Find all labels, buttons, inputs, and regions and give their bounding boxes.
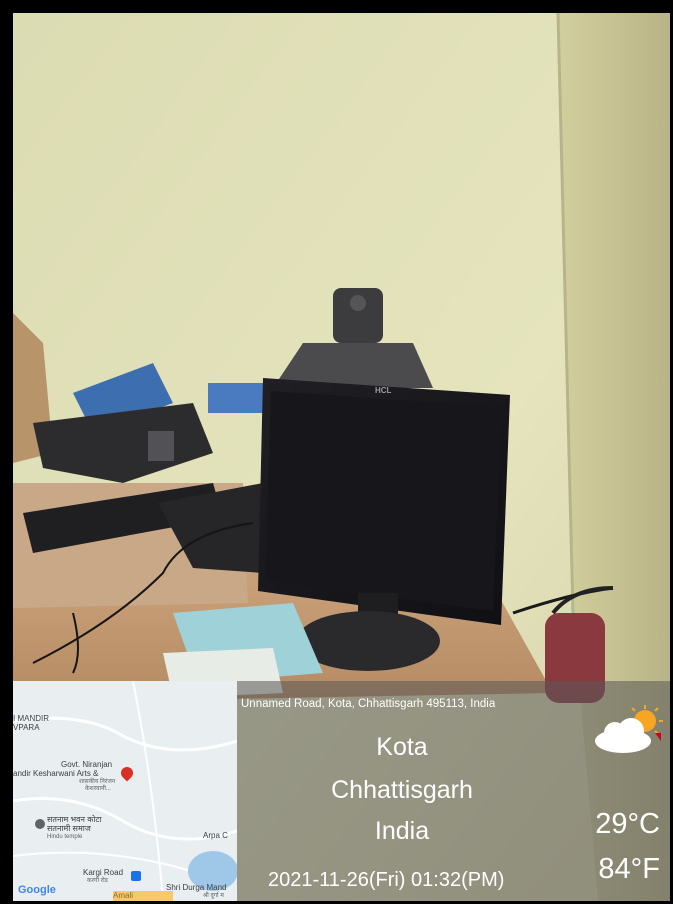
geo-stamp: I MANDIR VPARA Govt. Niranjan andir Kesh… (13, 681, 670, 901)
map-label-amali: Amali (113, 891, 134, 900)
map-label-satnami: सतनामी समाज (47, 824, 91, 833)
country-text: India (374, 817, 430, 845)
map-label-mandir: I MANDIR (13, 714, 49, 723)
location-info-panel: Unnamed Road, Kota, Chhattisgarh 495113,… (237, 681, 670, 901)
map-label-kesharwani-hindi: केशरवानी... (85, 786, 111, 792)
state-text: Chhattisgarh (331, 776, 473, 804)
city-text: Kota (376, 733, 428, 761)
map-thumbnail: I MANDIR VPARA Govt. Niranjan andir Kesh… (13, 681, 237, 901)
google-attribution: Google (18, 884, 56, 896)
address-text: Unnamed Road, Kota, Chhattisgarh 495113,… (241, 698, 496, 710)
map-label-arpa: Arpa C (203, 831, 228, 840)
temp-fahrenheit: 84°F (598, 853, 660, 885)
temple-icon (35, 819, 45, 829)
map-label-durga: Shri Durga Mand (166, 883, 227, 892)
map-label-govt: Govt. Niranjan (61, 760, 113, 769)
map-label-durga-hindi: श्री दुर्गा म (203, 893, 224, 899)
map-label-kesharwani: andir Kesharwani Arts & (13, 769, 99, 778)
bus-stop-icon (131, 871, 141, 881)
temp-celsius: 29°C (595, 808, 660, 840)
map-label-kargi-hindi: करगी रोड (87, 878, 108, 884)
map-label-hindu-temple: Hindu temple (47, 834, 83, 840)
partly-cloudy-sun-icon (595, 705, 663, 753)
map-label-kargi: Kargi Road (83, 868, 124, 877)
map-label-vpara: VPARA (13, 723, 40, 732)
photo-frame: HCL I MANDIR VPARA Govt. Niranjan andir … (0, 0, 673, 904)
datetime-text: 2021-11-26(Fri) 01:32(PM) (268, 869, 505, 891)
monitor-brand: HCL (375, 386, 392, 395)
map-label-satnam: सतनाम भवन कोटा (47, 815, 102, 824)
